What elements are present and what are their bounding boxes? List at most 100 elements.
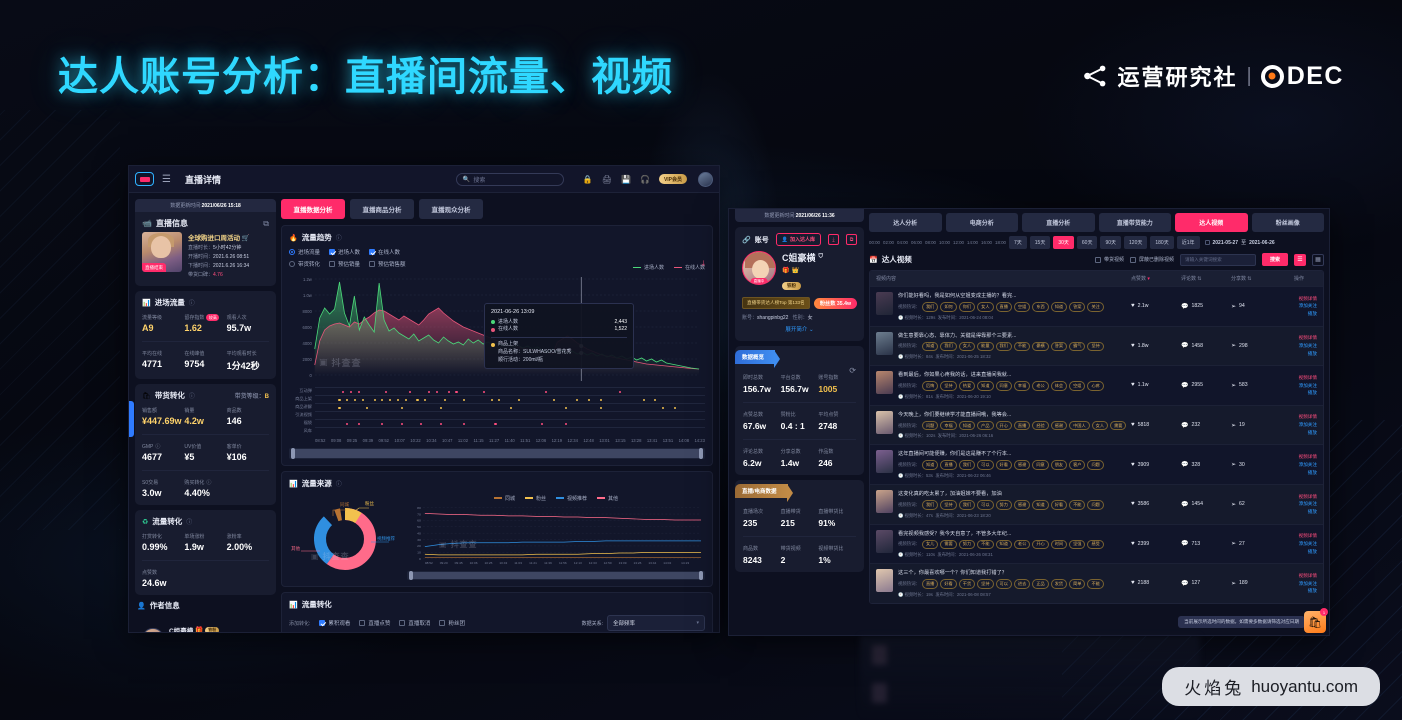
video-thumbnail[interactable] [876,489,893,513]
check-sales-videos[interactable]: 带货视频 [1094,256,1124,263]
play-link[interactable]: 播放 [1281,310,1317,318]
tab-live-data-analysis[interactable]: 直播数据分析 [281,199,345,219]
grid-view-icon[interactable]: ▦ [1312,253,1324,266]
add-follow-link[interactable]: 添加关注 [1281,302,1317,310]
video-thumbnail[interactable] [876,450,893,474]
expand-bio-button[interactable]: 展开简介 ⌄ [742,325,857,333]
live-thumbnail[interactable]: 直播结束 [142,232,182,272]
external-link-icon[interactable]: ⧉ [263,219,269,229]
download-icon[interactable]: ⤓ [828,234,839,245]
traffic-trend-chart[interactable]: 1.2w 1.0w 8000 6000 4000 2000 0 ▣ 抖查查 20… [289,273,705,385]
vip-badge[interactable]: VIP会员 [658,174,687,184]
add-follow-link[interactable]: 添加关注 [1281,342,1317,350]
video-thumbnail[interactable] [876,529,893,553]
add-follow-link[interactable]: 添加关注 [1281,500,1317,508]
list-view-icon[interactable]: ☰ [1294,253,1306,266]
video-detail-link[interactable]: 视频详情 [1281,334,1317,342]
table-row[interactable]: 这年直播间可能便赚，你们是这是赚不了个行本... 视频热词： 知道 直播 我们 可以… [870,444,1323,484]
play-link[interactable]: 播放 [1281,389,1317,397]
check-est-sales-amount[interactable]: 预估销售额 [369,260,406,268]
video-detail-link[interactable]: 视频详情 [1281,413,1317,421]
tab-live-analysis[interactable]: 直播分析 [1022,213,1095,232]
play-link[interactable]: 播放 [1281,508,1317,516]
play-link[interactable]: 播放 [1281,350,1317,358]
video-thumbnail[interactable] [876,410,893,434]
video-detail-link[interactable]: 视频详情 [1281,493,1317,501]
print-icon[interactable]: 🖨 [602,175,612,184]
check-live-likes[interactable]: 直播点赞 [359,619,390,627]
question-icon[interactable]: ⓘ [336,479,342,488]
add-follow-link[interactable]: 添加关注 [1281,461,1317,469]
add-follow-link[interactable]: 添加关注 [1281,421,1317,429]
video-search-input[interactable]: 请输入关键词搜索 [1179,253,1256,266]
table-row[interactable]: 今天晚上，你们要继续学才能直播间哦，我等会... 视频热词： 问题 幸福 知道 产品… [870,404,1323,445]
video-thumbnail[interactable] [876,569,893,593]
video-thumbnail[interactable] [876,371,893,395]
question-icon[interactable]: ⓘ [189,298,195,307]
col-likes[interactable]: 点赞数 ▾ [1131,275,1181,282]
tab-ecommerce-analysis[interactable]: 电商分析 [945,213,1018,232]
date-range-picker[interactable]: 2021-05-27 至 2021-06-26 [1204,239,1275,246]
check-hide-deleted[interactable]: 屏蔽已删除视频 [1129,256,1174,263]
traffic-source-donut[interactable]: 同城 粉丝 视频推荐 其他 ▣ 抖查查 [289,494,401,580]
question-icon[interactable]: ⓘ [336,233,342,242]
tab-live-sales-ability[interactable]: 直播带货能力 [1098,213,1171,232]
range-chip-7d[interactable]: 7天 [1009,236,1027,249]
range-chip-15d[interactable]: 15天 [1029,236,1051,249]
check-entry-count[interactable]: 进场人数 [329,248,360,256]
table-row[interactable]: 看到最后，你如果心疼我的话，进来直播间我就... 视频热词： 后悔 坚持 热爱 知道… [870,365,1323,405]
question-icon[interactable]: ⓘ [189,391,195,400]
check-fan-group[interactable]: 粉丝团 [439,619,465,627]
traffic-source-line-chart[interactable]: 80 70 60 50 40 30 20 10 0 08:52 09:20 09:45 [407,504,705,566]
add-follow-link[interactable]: 添加关注 [1281,540,1317,548]
bag-icon[interactable]: 🛍 1 [1304,608,1328,633]
side-drawer-handle[interactable] [129,401,134,437]
range-chip-60d[interactable]: 60天 [1076,236,1098,249]
check-live-cancel[interactable]: 直播取消 [399,619,430,627]
table-row[interactable]: 你们能好看吗，我是如何从空姐变成主播的？看完... 视频热词： 我们 如何 你们女… [870,286,1323,326]
tab-influencer-analysis[interactable]: 达人分析 [869,213,942,232]
video-detail-link[interactable]: 视频详情 [1281,572,1317,580]
app-logo-icon[interactable] [135,172,154,186]
tab-live-product-analysis[interactable]: 直播商品分析 [350,199,414,219]
add-follow-link[interactable]: 添加关注 [1281,382,1317,390]
source-range-scrollbar[interactable] [407,570,705,580]
col-shares[interactable]: 分享数 ⇅ [1231,275,1281,282]
table-row[interactable]: 做生意要靠心态、靠体力、关键是得靠那个三要素... 视频热词： 知道 我们 女人能… [870,325,1323,366]
radio-entry-traffic[interactable]: 进场流量 [289,248,320,256]
video-thumbnail[interactable] [876,292,893,315]
lock-icon[interactable]: 🔒 [583,175,593,184]
play-link[interactable]: 播放 [1281,469,1317,477]
search-input[interactable]: 🔍 搜索 [455,172,564,186]
menu-icon[interactable]: ☰ [162,174,171,185]
check-est-sales-volume[interactable]: 预估销量 [329,260,360,268]
table-row[interactable]: 这三个，你最喜欢哪一个？你们知道我打错了？ 视频热词： 直播 好看 干货 坚持 可以… [870,563,1323,603]
play-link[interactable]: 播放 [1281,587,1317,595]
check-cumulative-views[interactable]: 累积观看 [319,619,350,627]
refresh-icon[interactable]: ⟳ [849,366,856,375]
video-detail-link[interactable]: 视频详情 [1281,295,1317,303]
table-row[interactable]: 看完视频我感受？我今天自意了，不管多大年纪... 视频热词： 女儿 需要 努力 不能… [870,523,1323,564]
range-chip-90d[interactable]: 90天 [1100,236,1122,249]
tab-influencer-videos[interactable]: 达人视频 [1175,213,1248,232]
profile-rank-badge[interactable]: 直播带货达人榜Top 第133名 [742,297,810,309]
range-chip-30d[interactable]: 30天 [1053,236,1074,249]
video-search-button[interactable]: 搜索 [1261,253,1288,266]
video-detail-link[interactable]: 视频详情 [1281,453,1317,461]
tab-live-audience-analysis[interactable]: 直播观众分析 [419,199,483,219]
video-thumbnail[interactable] [876,331,893,355]
save-icon[interactable]: 💾 [621,175,631,184]
play-link[interactable]: 播放 [1281,429,1317,437]
tab-fan-profile[interactable]: 粉丝画像 [1251,213,1324,232]
video-detail-link[interactable]: 视频详情 [1281,532,1317,540]
conv-frequency-select[interactable]: 全部频率 ▾ [607,615,705,631]
check-online-count[interactable]: 在线人数 [369,248,400,256]
headset-icon[interactable]: 🎧 [640,175,650,184]
video-detail-link[interactable]: 视频详情 [1281,374,1317,382]
external-link-icon[interactable]: ⧉ [846,234,857,245]
profile-avatar[interactable]: 直播中 [742,251,776,285]
table-row[interactable]: 这变化真的吃太累了，加油姐妹不要看，加油 视频热词： 我们 坚持 我们 可以 努力感… [870,483,1323,524]
range-chip-180d[interactable]: 180天 [1150,236,1174,249]
question-icon[interactable]: ⓘ [186,517,192,526]
trend-range-scrollbar[interactable] [289,448,705,459]
